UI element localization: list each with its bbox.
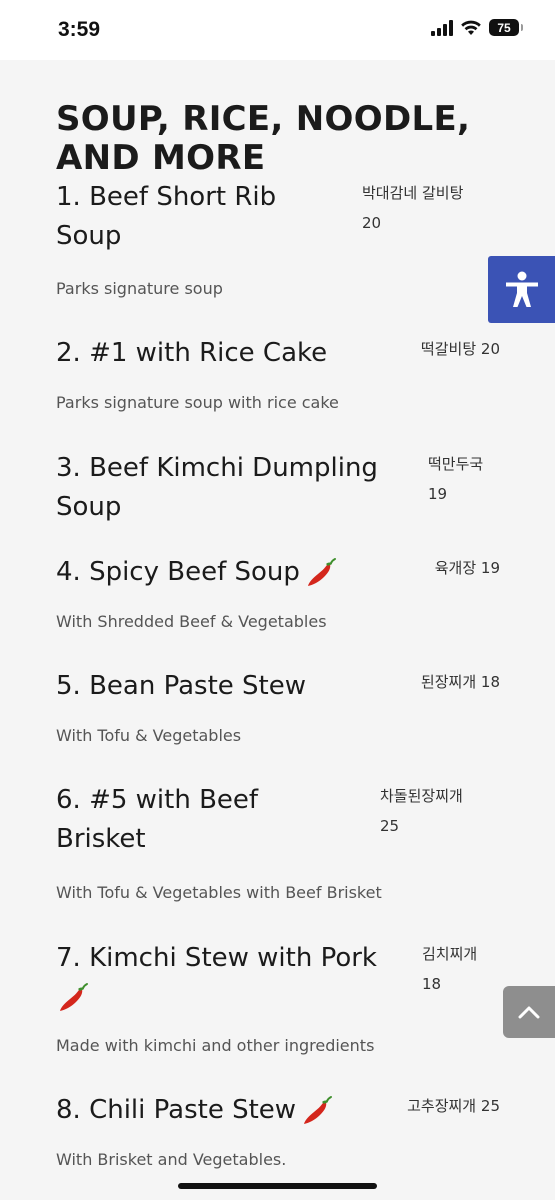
item-korean-price: 된장찌개 18 <box>421 667 500 697</box>
menu-item: 7. Kimchi Stew with Pork 김치찌개 18 Made wi… <box>56 939 500 1057</box>
chili-pepper-icon <box>307 557 336 586</box>
item-korean-name: 떡갈비탕 <box>420 340 477 358</box>
item-description: With Tofu & Vegetables <box>56 726 242 745</box>
item-description: With Brisket and Vegetables. <box>56 1150 287 1169</box>
item-name-row: 7. Kimchi Stew with Pork <box>56 939 420 1017</box>
item-korean-price: 떡만두국 19 <box>428 449 500 509</box>
chevron-up-icon <box>518 1006 540 1019</box>
menu-item: 3. Beef Kimchi Dumpling Soup 떡만두국 19 <box>56 449 500 527</box>
item-name: 5. Bean Paste Stew <box>56 671 306 701</box>
item-description: Parks signature soup with rice cake <box>56 393 339 412</box>
menu-item: 2. #1 with Rice Cake 떡갈비탕 20 Parks signa… <box>56 334 500 414</box>
menu-item: 4. Spicy Beef Soup 육개장 19 With Shredded … <box>56 553 500 633</box>
item-price: 25 <box>480 1097 500 1115</box>
item-price: 18 <box>422 975 442 993</box>
item-korean-name: 차돌된장찌개 <box>380 787 463 805</box>
item-korean-name: 된장찌개 <box>420 673 477 691</box>
section-title: SOUP, RICE, NOODLE, AND MORE <box>56 99 471 178</box>
accessibility-person-icon <box>505 271 538 307</box>
item-korean-price: 육개장 19 <box>435 553 500 583</box>
item-price: 25 <box>380 817 400 835</box>
item-price: 18 <box>480 673 500 691</box>
menu-item: 8. Chili Paste Stew 고추장찌개 25 With Briske… <box>56 1091 500 1171</box>
item-korean-price: 차돌된장찌개 25 <box>380 781 500 841</box>
item-name-row: 4. Spicy Beef Soup <box>56 553 338 592</box>
item-name: 6. #5 with Beef Brisket <box>56 785 259 854</box>
item-price: 19 <box>480 559 500 577</box>
chili-pepper-icon <box>60 982 88 1011</box>
status-time: 3:59 <box>58 18 101 41</box>
item-korean-price: 김치찌개 18 <box>422 939 500 999</box>
item-name: 7. Kimchi Stew with Pork <box>56 943 377 973</box>
signal-icon <box>431 19 453 36</box>
menu-item: 5. Bean Paste Stew 된장찌개 18 With Tofu & V… <box>56 667 500 747</box>
item-korean-name: 박대감네 갈비탕 <box>362 184 464 202</box>
item-name: 2. #1 with Rice Cake <box>56 338 328 368</box>
menu-item: 1. Beef Short Rib Soup 박대감네 갈비탕 20 Parks… <box>56 178 500 300</box>
item-korean-name: 육개장 <box>434 559 477 577</box>
item-korean-price: 떡갈비탕 20 <box>421 334 500 364</box>
chili-pepper-icon <box>304 1095 333 1124</box>
item-description: With Tofu & Vegetables with Beef Brisket <box>56 883 382 902</box>
item-korean-name: 떡만두국 <box>428 455 484 473</box>
battery-level: 75 <box>497 20 511 35</box>
accessibility-button[interactable] <box>488 256 555 323</box>
item-price: 20 <box>480 340 500 358</box>
item-price: 20 <box>362 214 382 232</box>
item-description: With Shredded Beef & Vegetables <box>56 612 327 631</box>
menu-item: 6. #5 with Beef Brisket 차돌된장찌개 25 With T… <box>56 781 500 904</box>
item-korean-name: 고추장찌개 <box>407 1097 477 1115</box>
battery-icon: 75 <box>489 19 523 36</box>
menu-section: SOUP, RICE, NOODLE, AND MORE 1. Beef Sho… <box>56 100 500 1171</box>
item-korean-name: 김치찌개 <box>422 945 478 963</box>
scroll-top-button[interactable] <box>503 986 555 1038</box>
item-name-row: 8. Chili Paste Stew <box>56 1091 334 1130</box>
status-bar: 3:59 75 <box>0 0 555 60</box>
status-icons: 75 <box>431 19 523 36</box>
item-name: 4. Spicy Beef Soup <box>56 557 300 587</box>
item-name: 3. Beef Kimchi Dumpling Soup <box>56 453 378 522</box>
item-name: 1. Beef Short Rib Soup <box>56 182 277 251</box>
item-price: 19 <box>428 485 448 503</box>
item-name: 8. Chili Paste Stew <box>56 1095 297 1125</box>
item-description: Made with kimchi and other ingredients <box>56 1036 375 1055</box>
home-indicator <box>178 1183 377 1189</box>
item-korean-price: 고추장찌개 25 <box>407 1091 500 1121</box>
wifi-icon <box>461 20 481 35</box>
item-description: Parks signature soup <box>56 279 223 298</box>
item-korean-price: 박대감네 갈비탕 20 <box>362 178 500 238</box>
